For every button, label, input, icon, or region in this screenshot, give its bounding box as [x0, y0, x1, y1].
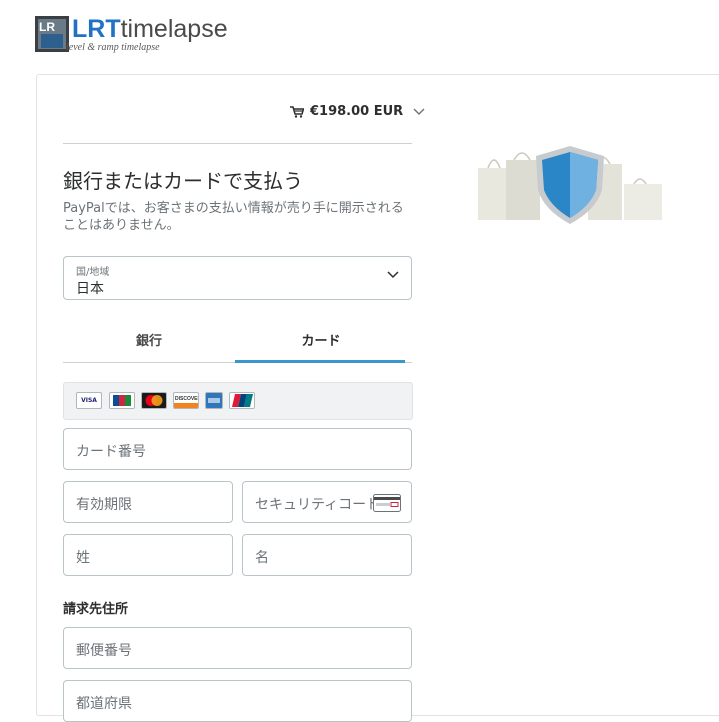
- last-name-placeholder: 姓: [76, 550, 90, 566]
- prefecture-input[interactable]: 都道府県: [63, 680, 412, 722]
- secure-shopping-shield-icon: [478, 146, 662, 224]
- svg-text:LR: LR: [39, 20, 55, 34]
- prefecture-placeholder: 都道府県: [76, 696, 132, 712]
- security-code-input[interactable]: セキュリティコード: [242, 481, 412, 523]
- lrt-logo-icon: LR: [35, 16, 69, 52]
- brand-tagline: level & ramp timelapse: [66, 42, 160, 53]
- cart-icon: [290, 105, 304, 118]
- card-number-placeholder: カード番号: [76, 444, 146, 460]
- mastercard-icon: [141, 392, 167, 409]
- svg-text:DISCOVER: DISCOVER: [175, 396, 198, 402]
- chevron-down-icon: [413, 108, 425, 115]
- unionpay-icon: [229, 392, 255, 409]
- tab-bank[interactable]: 銀行: [63, 328, 235, 362]
- country-value: 日本: [76, 281, 104, 297]
- tab-card[interactable]: カード: [235, 328, 407, 362]
- first-name-placeholder: 名: [255, 550, 269, 566]
- tab-active-indicator: [235, 360, 405, 363]
- first-name-input[interactable]: 名: [242, 534, 412, 576]
- divider: [63, 143, 412, 144]
- discover-icon: DISCOVER: [173, 392, 199, 409]
- amex-icon: [205, 392, 223, 409]
- jcb-icon: [109, 392, 135, 409]
- chevron-down-icon: [387, 271, 399, 279]
- page-title: 銀行またはカードで支払う: [63, 169, 303, 193]
- security-code-placeholder: セキュリティコード: [255, 497, 381, 513]
- brand-name: LRTtimelapse: [72, 15, 228, 43]
- billing-address-title: 請求先住所: [63, 602, 129, 617]
- expiry-placeholder: 有効期限: [76, 497, 132, 513]
- cart-amount: €198.00 EUR: [310, 104, 404, 119]
- country-label: 国/地域: [76, 267, 110, 278]
- postal-code-placeholder: 郵便番号: [76, 643, 132, 659]
- visa-icon: VISA: [76, 392, 102, 409]
- card-number-input[interactable]: カード番号: [63, 428, 412, 470]
- postal-code-input[interactable]: 郵便番号: [63, 627, 412, 669]
- country-select[interactable]: 国/地域 日本: [63, 256, 412, 300]
- last-name-input[interactable]: 姓: [63, 534, 233, 576]
- card-brands-bar: VISA DISCOVER: [63, 382, 413, 420]
- privacy-note: PayPalでは、お客さまの支払い情報が売り手に開示されることはありません。: [63, 201, 404, 233]
- expiry-input[interactable]: 有効期限: [63, 481, 233, 523]
- cart-summary-toggle[interactable]: €198.00 EUR: [290, 104, 425, 119]
- card-cvv-icon: [373, 494, 401, 512]
